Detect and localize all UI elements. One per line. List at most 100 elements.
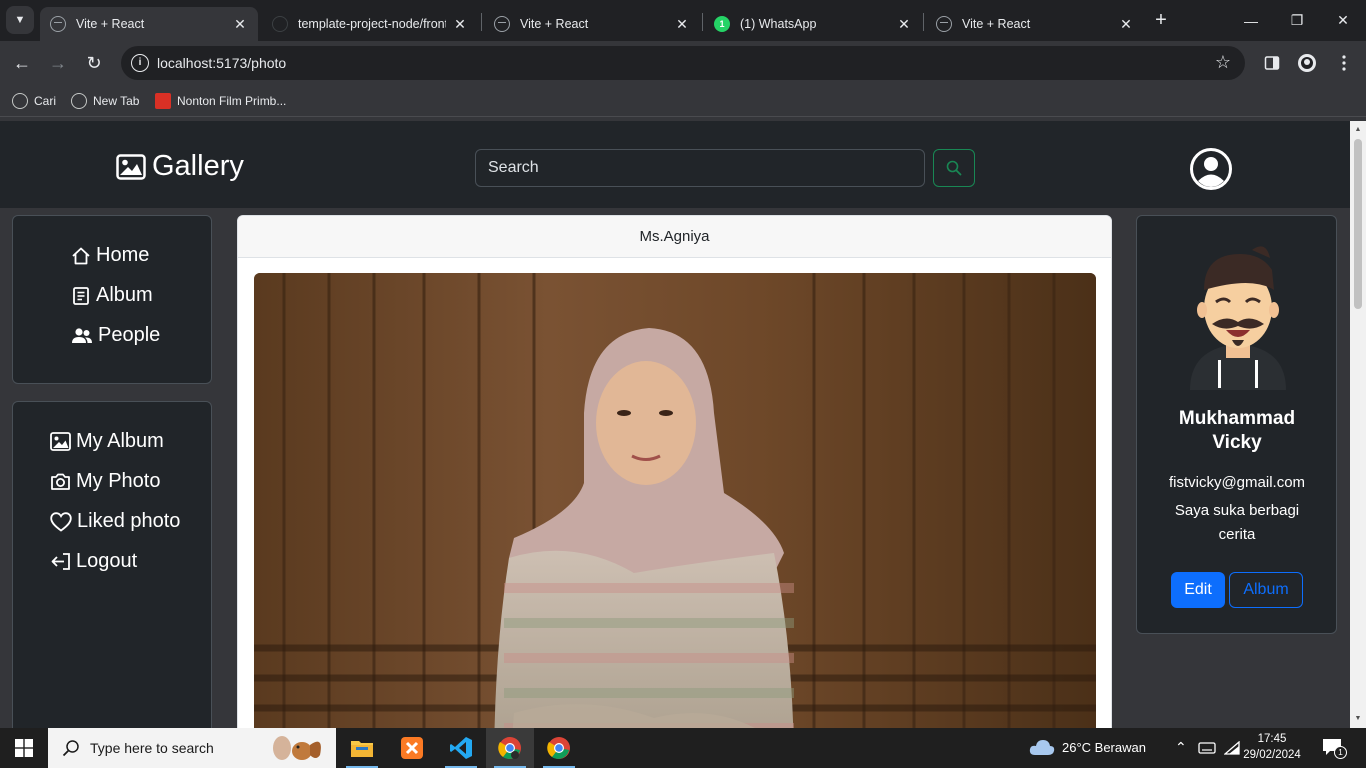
chrome-icon [547, 737, 570, 759]
sidebar-user-nav: My Album My Photo Liked photo Logout [12, 401, 212, 728]
logout-icon [51, 553, 70, 570]
taskbar-xampp[interactable] [388, 728, 436, 768]
album-button[interactable]: Album [1229, 572, 1303, 608]
tab-divider [923, 13, 924, 31]
globe-icon [12, 93, 28, 109]
close-icon[interactable]: ✕ [674, 16, 690, 33]
home-icon [72, 247, 90, 264]
close-icon: ✕ [1337, 12, 1349, 28]
sidebar-item-label: My Album [76, 430, 164, 452]
plus-icon: + [1155, 9, 1167, 31]
bookmark-new-tab[interactable]: New Tab [71, 92, 139, 110]
search-input[interactable] [475, 149, 925, 187]
cloud-icon[interactable] [1029, 738, 1055, 756]
scroll-down-icon[interactable]: ▼ [1350, 712, 1366, 726]
taskbar-file-explorer[interactable] [338, 728, 386, 768]
profile-bio-line2: cerita [1218, 526, 1256, 543]
sidebar-item-home[interactable]: Home [71, 244, 149, 267]
site-info-icon[interactable]: i [131, 54, 149, 72]
restore-button[interactable]: ❐ [1274, 0, 1320, 41]
bookmark-nonton-film[interactable]: Nonton Film Primb... [155, 92, 286, 110]
url-text[interactable]: localhost:5173/photo [157, 55, 286, 71]
start-button[interactable] [0, 728, 48, 768]
sidebar-item-label: Home [96, 244, 150, 266]
tab-github[interactable]: template-project-node/front ✕ [262, 7, 478, 41]
app-navbar: Gallery [0, 121, 1350, 208]
back-button[interactable]: ← [8, 49, 36, 77]
page-viewport: Gallery Home Album People My Album [0, 121, 1350, 728]
brand-title: Gallery [152, 150, 244, 182]
new-tab-button[interactable]: + [1150, 8, 1172, 32]
tab-vite-react-1[interactable]: Vite + React ✕ [40, 7, 258, 41]
sidebar-item-label: My Photo [76, 470, 161, 492]
windows-logo-icon [15, 739, 33, 757]
reload-icon: ↻ [86, 52, 102, 73]
sidebar-item-my-photo[interactable]: My Photo [50, 470, 160, 493]
globe-icon [71, 93, 87, 109]
taskbar-chrome-active[interactable] [486, 728, 534, 768]
bookmark-star-icon[interactable]: ☆ [1215, 52, 1231, 73]
kebab-menu-icon [1342, 55, 1346, 71]
taskbar-vscode[interactable] [437, 728, 485, 768]
forward-button[interactable]: → [44, 49, 72, 77]
globe-icon [494, 16, 510, 32]
sidebar-item-label: Logout [76, 550, 138, 572]
album-icon [73, 286, 89, 305]
tab-vite-react-2[interactable]: Vite + React ✕ [484, 7, 700, 41]
sidebar-item-label: Album [96, 284, 153, 306]
address-bar[interactable]: i localhost:5173/photo ☆ [121, 46, 1245, 80]
browser-toolbar: ← → ↻ i localhost:5173/photo ☆ [0, 41, 1366, 85]
sidebar-item-people[interactable]: People [71, 324, 160, 347]
tab-title: template-project-node/front [298, 17, 446, 31]
profile-email: fistvicky@gmail.com [1168, 474, 1306, 491]
tab-strip: ▼ Vite + React ✕ template-project-node/f… [0, 0, 1366, 41]
brand-link[interactable]: Gallery [116, 150, 244, 183]
close-icon[interactable]: ✕ [1118, 16, 1134, 33]
profile-button[interactable] [1293, 49, 1321, 77]
profile-avatar-icon [1298, 54, 1316, 72]
sidebar-item-album[interactable]: Album [71, 284, 153, 307]
taskbar-chrome[interactable] [535, 728, 583, 768]
chevron-up-icon[interactable]: ⌃ [1175, 739, 1187, 756]
chevron-down-icon: ▼ [14, 14, 26, 26]
scrollbar-thumb[interactable] [1354, 139, 1362, 309]
bookmarks-bar: Cari New Tab Nonton Film Primb... [0, 85, 1366, 117]
minimize-icon: — [1244, 12, 1258, 29]
close-icon[interactable]: ✕ [452, 16, 468, 33]
taskbar-search[interactable]: Type here to search [48, 728, 336, 768]
user-circle-icon[interactable] [1190, 148, 1232, 190]
reload-button[interactable]: ↻ [80, 49, 108, 77]
taskbar-clock[interactable]: 17:45 29/02/2024 [1240, 731, 1304, 763]
sidebar-item-logout[interactable]: Logout [50, 550, 137, 573]
weather-text[interactable]: 26°C Berawan [1062, 740, 1146, 755]
browser-menu-button[interactable] [1330, 49, 1358, 77]
page-scrollbar[interactable]: ▲ ▼ [1350, 121, 1366, 728]
bookmark-cari[interactable]: Cari [12, 92, 56, 110]
tab-whatsapp[interactable]: 1 (1) WhatsApp ✕ [704, 7, 922, 41]
search-button[interactable] [933, 149, 975, 187]
side-panel-button[interactable] [1258, 49, 1286, 77]
tab-vite-react-3[interactable]: Vite + React ✕ [926, 7, 1144, 41]
photo-image[interactable] [254, 273, 1096, 728]
arrow-right-icon: → [49, 52, 67, 73]
tab-search-button[interactable]: ▼ [6, 6, 34, 34]
xampp-icon [401, 737, 423, 759]
sidebar-item-my-album[interactable]: My Album [50, 430, 164, 453]
globe-icon [50, 16, 66, 32]
photo-card: Ms.Agniya [237, 215, 1112, 728]
scroll-up-icon[interactable]: ▲ [1350, 123, 1366, 137]
close-icon[interactable]: ✕ [232, 16, 248, 33]
wifi-icon[interactable] [1224, 741, 1240, 755]
sidebar-main-nav: Home Album People [12, 215, 212, 384]
avatar [1190, 246, 1286, 390]
folder-icon [351, 741, 373, 757]
close-icon[interactable]: ✕ [896, 16, 912, 33]
sidebar-item-liked-photo[interactable]: Liked photo [50, 510, 180, 533]
minimize-button[interactable]: — [1228, 0, 1274, 41]
keyboard-icon[interactable] [1198, 741, 1216, 755]
restore-icon: ❐ [1290, 12, 1304, 28]
photo-illustration [254, 273, 1096, 728]
close-window-button[interactable]: ✕ [1320, 0, 1366, 41]
edit-profile-button[interactable]: Edit [1171, 572, 1225, 608]
notification-center-button[interactable]: 1 [1322, 738, 1347, 759]
